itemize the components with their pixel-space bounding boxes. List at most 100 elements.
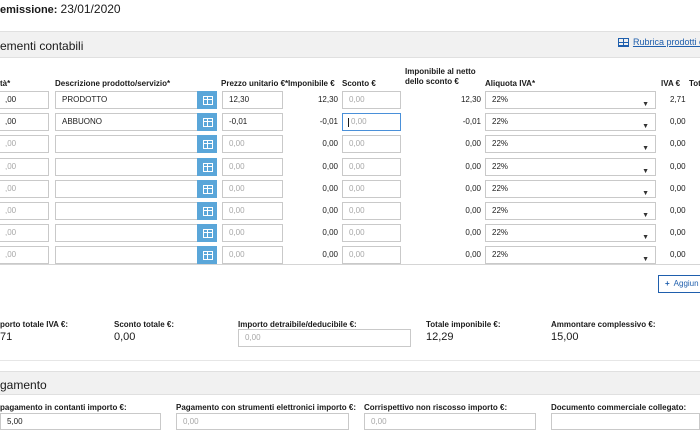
discount-input[interactable]: 0,00	[342, 246, 401, 265]
dropdown-arrow-icon: ▼	[642, 145, 649, 153]
unit-price-input[interactable]: 0,00	[222, 224, 283, 243]
issue-date-value: 23/01/2020	[60, 2, 121, 16]
column-description: Descrizione prodotto/servizio*	[55, 79, 171, 88]
taxable-value: -0,01	[288, 113, 338, 131]
cash-input[interactable]: 5,00	[0, 413, 161, 430]
taxable-value-text: 0,00	[322, 206, 338, 215]
vat-rate-select-text: 22%	[492, 183, 509, 193]
uncollected-input[interactable]: 0,00	[364, 413, 536, 430]
unit-price-input-text: 0,00	[229, 228, 245, 238]
description-input[interactable]: PRODOTTO	[55, 91, 198, 109]
vat-rate-select[interactable]: 22% ▼	[485, 224, 656, 243]
discount-input[interactable]: 0,00	[342, 113, 401, 132]
column-unit-price: Prezzo unitario €*	[221, 79, 289, 88]
product-lookup-button[interactable]	[197, 179, 217, 198]
unit-price-input[interactable]: 0,00	[222, 157, 283, 176]
vat-rate-select[interactable]: 22% ▼	[485, 202, 656, 220]
taxable-value: 0,00	[288, 158, 338, 176]
vat-value: 0,00	[670, 113, 700, 131]
product-lookup-button[interactable]	[197, 157, 217, 176]
description-input[interactable]	[55, 135, 198, 154]
unit-price-input-text: 0,00	[229, 161, 245, 171]
taxable-value-text: 0,00	[322, 161, 338, 171]
column-vat-rate: Aliquota IVA*	[485, 79, 536, 88]
unit-price-input[interactable]: 0,00	[222, 202, 283, 220]
taxable-value: 0,00	[288, 180, 338, 198]
vat-rate-select[interactable]: 22% ▼	[485, 113, 656, 132]
section-payment-header: gamento	[0, 371, 700, 395]
description-input-text: PRODOTTO	[62, 95, 108, 104]
rubrica-prodotti-label: Rubrica prodotti e	[632, 37, 700, 47]
dropdown-arrow-icon: ▼	[642, 212, 649, 219]
description-input[interactable]	[55, 157, 198, 176]
add-line-button[interactable]: + Aggiun	[658, 275, 700, 293]
qty-input[interactable]: ,00	[0, 157, 49, 176]
table-row: ,00 ABBUONO -0,01 -0,01 0,00 -0,01 22% ▼ 0,00	[0, 111, 700, 133]
description-input[interactable]: ABBUONO	[55, 113, 198, 132]
table-row: ,00 PRODOTTO 12,30 12,30 0,00 12,30 22% ▼ 2,71	[0, 89, 700, 111]
taxable-value-text: 0,00	[322, 139, 338, 149]
vat-value-text: 0,00	[670, 206, 686, 215]
unit-price-input[interactable]: -0,01	[222, 113, 283, 132]
qty-input[interactable]: ,00	[0, 202, 49, 220]
vat-value: 2,71	[670, 91, 700, 109]
electronic-input[interactable]: 0,00	[176, 413, 349, 430]
discount-input[interactable]: 0,00	[342, 179, 401, 198]
discount-input-text: 0,00	[351, 117, 367, 127]
table-row: ,00 0,00 0,00 0,00 0,00 22% ▼ 0,00	[0, 178, 700, 200]
table-bottom-divider	[0, 264, 700, 265]
product-lookup-button[interactable]	[197, 202, 217, 220]
total-discount-value: 0,00	[114, 331, 136, 343]
unit-price-input[interactable]: 0,00	[222, 179, 283, 198]
column-net-taxable: Imponibile al netto dello sconto €	[405, 67, 476, 87]
issue-date-label: emissione:	[0, 4, 58, 16]
description-input[interactable]	[55, 224, 198, 243]
vat-rate-select[interactable]: 22% ▼	[485, 91, 656, 109]
description-input[interactable]	[55, 246, 198, 265]
linked-document-input[interactable]	[551, 413, 700, 430]
product-lookup-button[interactable]	[197, 113, 217, 132]
unit-price-input[interactable]: 0,00	[222, 135, 283, 154]
dropdown-arrow-icon: ▼	[642, 167, 649, 175]
unit-price-input[interactable]: 12,30	[222, 91, 283, 109]
qty-input-text: ,00	[5, 183, 17, 193]
discount-input[interactable]: 0,00	[342, 91, 401, 109]
vat-rate-select[interactable]: 22% ▼	[485, 157, 656, 176]
product-lookup-button[interactable]	[197, 224, 217, 243]
vat-rate-select-text: 22%	[492, 117, 509, 127]
unit-price-input-text: 0,00	[229, 250, 245, 260]
qty-input[interactable]: ,00	[0, 113, 49, 132]
taxable-value: 0,00	[288, 135, 338, 153]
unit-price-input[interactable]: 0,00	[222, 246, 283, 265]
qty-input[interactable]: ,00	[0, 224, 49, 243]
discount-input[interactable]: 0,00	[342, 224, 401, 243]
vat-rate-select[interactable]: 22% ▼	[485, 135, 656, 154]
plus-icon: +	[665, 279, 670, 288]
taxable-value: 0,00	[288, 202, 338, 220]
total-discount-label: Sconto totale €:	[114, 320, 175, 329]
electronic-label: Pagamento con strumenti elettronici impo…	[176, 403, 357, 412]
product-lookup-button[interactable]	[197, 246, 217, 265]
section-payment-title: gamento	[0, 378, 47, 392]
deductible-input[interactable]: 0,00	[238, 329, 411, 347]
product-lookup-button[interactable]	[197, 91, 217, 109]
table-row: ,00 0,00 0,00 0,00 0,00 22% ▼ 0,00	[0, 133, 700, 155]
discount-input[interactable]: 0,00	[342, 157, 401, 176]
description-input[interactable]	[55, 179, 198, 198]
product-lookup-button[interactable]	[197, 135, 217, 154]
qty-input[interactable]: ,00	[0, 91, 49, 109]
column-vat: IVA €	[661, 79, 681, 88]
discount-input[interactable]: 0,00	[342, 135, 401, 154]
qty-input[interactable]: ,00	[0, 179, 49, 198]
vat-value-text: 0,00	[670, 228, 686, 238]
rubrica-prodotti-link[interactable]: Rubrica prodotti e	[617, 37, 700, 47]
qty-input[interactable]: ,00	[0, 135, 49, 154]
net-taxable-value: 12,30	[405, 91, 481, 109]
column-net-taxable-line2: dello sconto €	[405, 77, 459, 86]
description-input[interactable]	[55, 202, 198, 220]
qty-input[interactable]: ,00	[0, 246, 49, 265]
discount-input-text: 0,00	[349, 183, 365, 193]
vat-rate-select[interactable]: 22% ▼	[485, 179, 656, 198]
discount-input[interactable]: 0,00	[342, 202, 401, 220]
vat-rate-select[interactable]: 22% ▼	[485, 246, 656, 265]
